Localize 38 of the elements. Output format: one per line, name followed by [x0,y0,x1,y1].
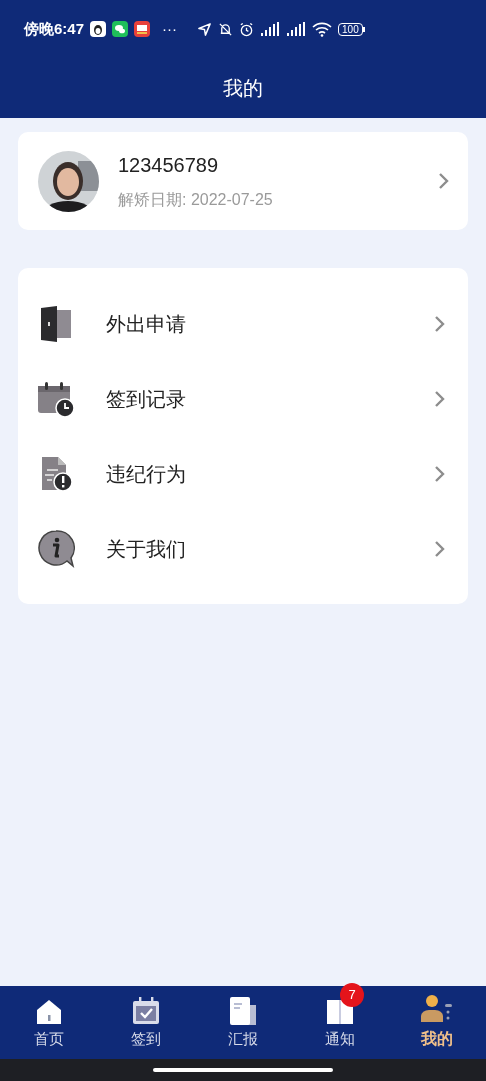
document-icon [229,996,257,1025]
menu-item[interactable]: 违纪行为 [18,436,468,511]
chevron-right-icon [434,539,446,558]
signal-icon [286,22,307,36]
release-date: 解矫日期: 2022-07-25 [118,190,274,210]
chevron-right-icon [434,464,446,483]
alarm-icon [239,21,255,37]
chevron-right-icon [438,172,450,190]
page-title: 我的 [223,76,263,101]
calendar-check-icon [131,996,160,1025]
penguin-app-icon [90,21,107,37]
user-name: 123456789 [118,153,220,178]
chat-app-icon [112,21,129,37]
tab-bar-item[interactable]: 签到 [97,986,195,1059]
location-icon [197,21,213,37]
more-notifications: ··· [162,18,178,39]
tab-bar-item[interactable]: 我的 [388,986,486,1059]
chevron-right-icon [434,314,446,333]
door-icon [39,305,73,342]
menu-item[interactable]: 关于我们 [18,511,468,586]
chevron-right-icon [434,389,446,408]
home-icon [35,998,62,1025]
profile-card[interactable]: 123456789 解矫日期: 2022-07-25 [18,132,468,230]
menu-item[interactable]: 外出申请 [18,286,468,361]
news-app-icon [134,21,151,37]
signal-icon [260,22,281,36]
user-icon [421,994,454,1024]
calendar-clock-icon [37,380,75,417]
menu-item[interactable]: 签到记录 [18,361,468,436]
muted-bell-icon [218,21,234,37]
status-time: 傍晚6:47 [24,18,85,39]
battery-icon: 100 [338,22,365,36]
info-icon [37,529,75,568]
home-indicator[interactable] [153,1068,333,1072]
notification-badge: 7 [340,982,365,1007]
tab-bar-item[interactable]: 汇报 [194,986,292,1059]
tab-bar-item[interactable]: 首页 [0,986,98,1059]
wifi-icon [312,21,333,37]
